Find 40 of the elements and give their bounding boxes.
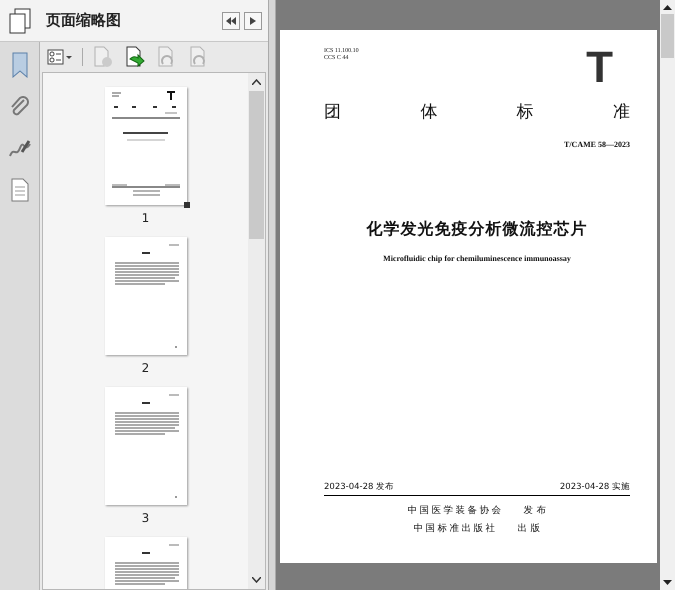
scrollbar[interactable] [248,73,265,589]
english-title: Microfluidic chip for chemiluminescence immunoassay [383,254,571,263]
page-number: 2 [142,361,150,375]
scrollbar[interactable] [660,0,675,590]
publisher-role: 出 版 [517,522,541,535]
up-arrow-icon[interactable] [663,4,672,10]
pages-icon [8,8,32,34]
page-number: 3 [142,511,150,525]
page-thumbnail[interactable] [104,387,186,505]
panel-title: 页面缩略图 [46,11,122,30]
publisher-role: 发 布 [523,504,547,517]
page-action-icon [124,46,146,68]
options-button[interactable] [46,48,74,66]
publish-date: 2023-04-28 发布 [324,481,394,493]
expand-button[interactable] [244,12,262,30]
scrollbar-thumb[interactable] [249,91,264,239]
publisher-name: 中国医学装备协会 [407,504,504,517]
effective-date: 2023-04-28 实施 [560,481,630,493]
right-arrow-icon [250,16,256,24]
page-number: 1 [142,211,150,225]
page-icon[interactable] [10,178,30,202]
heading-character: 团 [324,101,341,123]
heading-character: 体 [420,101,438,123]
bookmark-icon[interactable] [10,52,30,78]
standard-number: T/CAME 58—2023 [564,140,630,149]
page-thumbnail[interactable] [104,237,186,355]
page-action-icon [92,46,114,68]
down-arrow-icon[interactable] [663,580,672,586]
heading-character: 准 [612,101,630,123]
scrollbar-thumb[interactable] [661,14,674,58]
standard-logo: T [586,48,613,88]
document-title: 化学发光免疫分析微流控芯片 [366,219,588,240]
selection-marker [184,202,190,208]
double-left-arrow-icon [226,16,236,24]
collapse-button[interactable] [222,12,240,30]
list-icon [47,49,73,65]
publisher-name: 中国标准出版社 [413,522,498,535]
splitter-handle[interactable] [268,0,276,590]
text-page-content-drawing [114,544,179,584]
heading-character: 标 [516,101,534,123]
